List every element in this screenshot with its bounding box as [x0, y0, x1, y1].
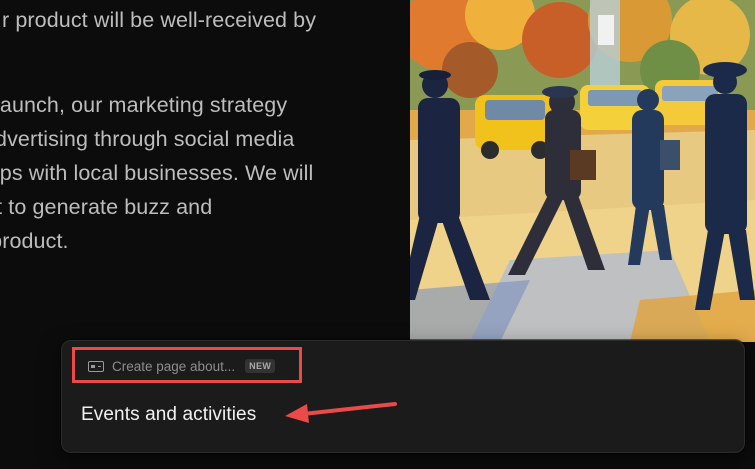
article-line: l advertising through social media [0, 127, 295, 151]
screen: r product will be well-received by ul la… [0, 0, 755, 469]
command-panel: Create page about... NEW Events and acti… [61, 340, 745, 453]
create-page-label: Create page about... [112, 358, 236, 374]
arrow-annotation-icon [285, 402, 397, 423]
article-line: ul launch, our marketing strategy [0, 93, 288, 117]
suggestion-item[interactable]: Events and activities [81, 404, 256, 426]
create-page-option[interactable]: Create page about... NEW [76, 348, 302, 384]
card-icon [88, 360, 104, 372]
article-line: r product will be well-received by [2, 8, 317, 32]
article-line: ships with local businesses. We will [0, 161, 314, 185]
article-line: e product. [0, 229, 69, 253]
article-line: ent to generate buzz and [0, 195, 213, 219]
new-badge: NEW [245, 359, 276, 373]
street-painting-image [410, 0, 755, 342]
